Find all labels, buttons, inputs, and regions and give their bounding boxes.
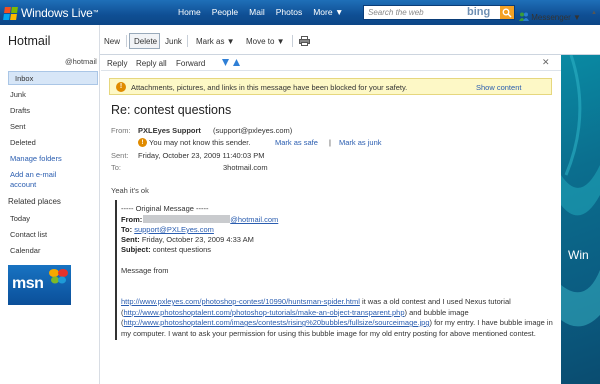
to-label: To:	[111, 163, 122, 172]
brand-tm: ™	[92, 10, 99, 16]
msn-ad[interactable]: msn	[8, 265, 71, 305]
toolbar-divider	[187, 35, 188, 47]
windows-flag-icon	[3, 6, 18, 20]
bing-logo: bing	[467, 6, 491, 18]
search-input[interactable]: Search the web bing	[363, 5, 515, 20]
nav-photos[interactable]: Photos	[276, 7, 302, 17]
link-separator: |	[329, 138, 331, 147]
folder-deleted[interactable]: Deleted	[10, 138, 36, 147]
main-toolbar: New Delete Junk Mark as ▼ Move to ▼	[100, 25, 600, 55]
windows-ad-banner[interactable]: Win	[561, 55, 600, 384]
mark-as-menu[interactable]: Mark as ▼	[196, 37, 235, 46]
messenger-label: Messenger ▼	[531, 13, 581, 22]
delete-button[interactable]: Delete	[129, 33, 160, 49]
nav-mail[interactable]: Mail	[249, 7, 265, 17]
toolbar-divider	[292, 35, 293, 47]
quoted-subject-value: contest questions	[152, 245, 212, 254]
quoted-subject: Subject: contest questions	[121, 245, 211, 254]
message-from-text: Message from	[121, 266, 169, 275]
add-email-link[interactable]: Add an e-mail	[10, 170, 56, 179]
quoted-to-label: To:	[121, 225, 133, 234]
nav-more[interactable]: More ▼	[313, 7, 343, 17]
search-placeholder: Search the web	[368, 8, 424, 17]
warning-text: Attachments, pictures, and links in this…	[131, 83, 408, 92]
related-calendar[interactable]: Calendar	[10, 246, 40, 255]
top-navigation: Home People Mail Photos More ▼	[178, 7, 354, 17]
next-message-icon[interactable]	[221, 58, 230, 69]
unknown-sender-text: You may not know this sender.	[149, 138, 251, 147]
junk-button[interactable]: Junk	[165, 37, 182, 46]
mark-as-junk-link[interactable]: Mark as junk	[339, 138, 382, 147]
caution-icon: !	[138, 138, 147, 147]
manage-folders-link[interactable]: Manage folders	[10, 154, 62, 163]
reply-all-button[interactable]: Reply all	[136, 59, 167, 68]
sender-name[interactable]: PXLEyes Support	[138, 126, 201, 135]
message-toolbar: Reply Reply all Forward ✕	[101, 55, 561, 71]
quoted-sent-label: Sent:	[121, 235, 140, 244]
tutorial-link[interactable]: http://www.photoshoptalent.com/photoshop…	[124, 308, 405, 317]
related-today[interactable]: Today	[10, 214, 30, 223]
left-sidebar: Hotmail @hotmail Inbox Junk Drafts Sent …	[0, 25, 100, 384]
ad-background-art	[561, 55, 600, 327]
messenger-icon	[519, 12, 529, 21]
folder-junk[interactable]: Junk	[10, 90, 26, 99]
previous-message-icon[interactable]	[232, 58, 241, 69]
from-label: From:	[111, 126, 131, 135]
nav-home[interactable]: Home	[178, 7, 201, 17]
message-subject: Re: contest questions	[111, 103, 232, 117]
messenger-menu[interactable]: Messenger ▼	[519, 12, 581, 22]
quoted-from: From: @hotmail.com	[121, 215, 278, 224]
sender-email[interactable]: (support@pxleyes.com)	[213, 126, 292, 135]
quoted-from-email[interactable]: @hotmail.com	[230, 215, 278, 224]
sent-label: Sent:	[111, 151, 129, 160]
recipient-email: 3hotmail.com	[223, 163, 268, 172]
related-contact-list[interactable]: Contact list	[10, 230, 47, 239]
quoted-from-label: From:	[121, 215, 143, 224]
reading-pane: Reply Reply all Forward ✕ ! Attachments,…	[101, 55, 561, 384]
nav-people[interactable]: People	[212, 7, 238, 17]
contest-link[interactable]: http://www.pxleyes.com/photoshop-contest…	[121, 297, 360, 306]
ad-text: Win	[568, 248, 589, 262]
scroll-up-arrow[interactable]: ▲	[591, 10, 600, 20]
reply-text: Yeah it's ok	[111, 186, 149, 195]
quoted-body: http://www.pxleyes.com/photoshop-contest…	[121, 297, 553, 339]
print-icon[interactable]	[299, 36, 310, 48]
toolbar-divider	[126, 35, 127, 47]
blocked-content-warning: ! Attachments, pictures, and links in th…	[109, 78, 552, 95]
msn-logo-text: msn	[12, 275, 44, 292]
search-icon	[502, 8, 512, 18]
windows-live-logo[interactable]: Windows Live ™	[3, 5, 99, 21]
show-content-link[interactable]: Show content	[476, 83, 521, 92]
quoted-subject-label: Subject:	[121, 245, 151, 254]
bubble-image-link[interactable]: http://www.photoshoptalent.com/images/co…	[124, 318, 430, 327]
new-button[interactable]: New	[104, 37, 120, 46]
folder-drafts[interactable]: Drafts	[10, 106, 30, 115]
folder-inbox[interactable]: Inbox	[8, 71, 98, 85]
quoted-to: To: support@PXLEyes.com	[121, 225, 214, 234]
search-button[interactable]	[500, 6, 514, 19]
reply-button[interactable]: Reply	[107, 59, 127, 68]
brand-name: Windows Live	[21, 6, 93, 20]
original-message-header: ----- Original Message -----	[121, 204, 209, 213]
account-name[interactable]: @hotmail	[65, 57, 97, 66]
close-icon[interactable]: ✕	[542, 57, 550, 68]
quoted-sent-value: Friday, October 23, 2009 4:33 AM	[141, 235, 254, 244]
add-email-link-2[interactable]: account	[10, 180, 36, 189]
hotmail-title[interactable]: Hotmail	[8, 34, 50, 48]
windows-live-bar: Windows Live ™ Home People Mail Photos Mo…	[0, 0, 600, 25]
related-places-header: Related places	[8, 197, 61, 206]
redacted-name	[143, 215, 231, 223]
folder-sent[interactable]: Sent	[10, 122, 25, 131]
sent-date: Friday, October 23, 2009 11:40:03 PM	[138, 151, 265, 160]
move-to-menu[interactable]: Move to ▼	[246, 37, 285, 46]
warning-icon: !	[116, 82, 126, 92]
quoted-message: ----- Original Message ----- From: @hotma…	[115, 200, 553, 340]
msn-butterfly-icon	[49, 269, 68, 284]
mark-as-safe-link[interactable]: Mark as safe	[275, 138, 318, 147]
forward-button[interactable]: Forward	[176, 59, 205, 68]
quoted-sent: Sent: Friday, October 23, 2009 4:33 AM	[121, 235, 254, 244]
quoted-to-email[interactable]: support@PXLEyes.com	[134, 225, 214, 234]
